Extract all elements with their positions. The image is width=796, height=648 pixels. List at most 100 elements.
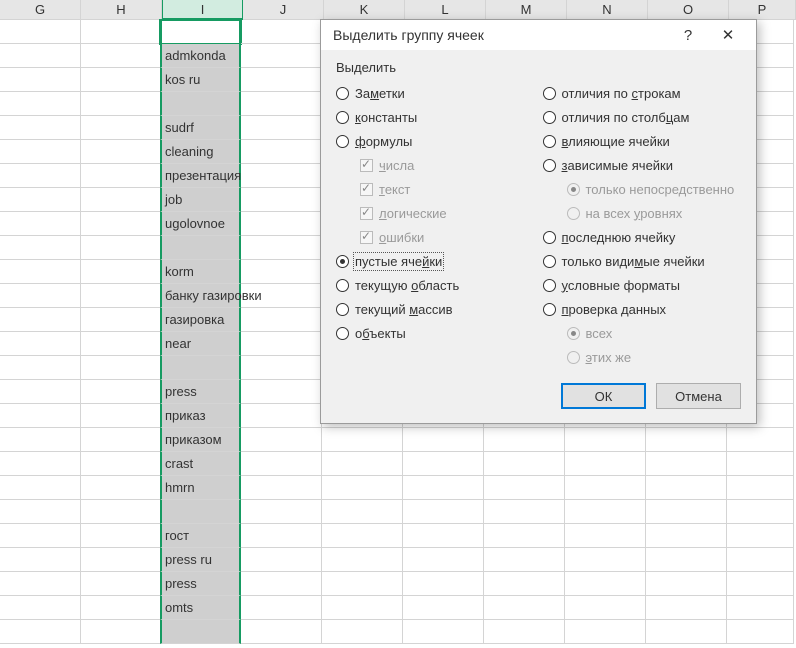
cell[interactable] bbox=[81, 164, 162, 188]
column-header-H[interactable]: H bbox=[81, 0, 162, 20]
radio-объекты[interactable]: объекты bbox=[336, 321, 535, 345]
cell[interactable] bbox=[565, 500, 646, 524]
radio-проверка-данных[interactable]: проверка данных bbox=[543, 297, 742, 321]
cell[interactable] bbox=[0, 284, 81, 308]
radio-условные-форматы[interactable]: условные форматы bbox=[543, 273, 742, 297]
cell[interactable] bbox=[322, 500, 403, 524]
cell[interactable] bbox=[0, 260, 81, 284]
column-header-I[interactable]: I bbox=[162, 0, 243, 20]
cell[interactable] bbox=[565, 524, 646, 548]
cell[interactable]: ugolovnoe bbox=[160, 212, 241, 236]
cell[interactable] bbox=[403, 596, 484, 620]
cell[interactable] bbox=[484, 428, 565, 452]
cell[interactable] bbox=[81, 380, 162, 404]
column-header-O[interactable]: O bbox=[648, 0, 729, 20]
cell[interactable] bbox=[0, 596, 81, 620]
cell[interactable] bbox=[727, 428, 794, 452]
cell[interactable] bbox=[81, 404, 162, 428]
cell[interactable] bbox=[403, 452, 484, 476]
cell[interactable] bbox=[727, 524, 794, 548]
cell[interactable] bbox=[0, 524, 81, 548]
cell[interactable] bbox=[0, 212, 81, 236]
cell[interactable]: приказ bbox=[160, 404, 241, 428]
column-header-P[interactable]: P bbox=[729, 0, 796, 20]
cell[interactable] bbox=[484, 572, 565, 596]
cell[interactable] bbox=[484, 620, 565, 644]
cell[interactable] bbox=[0, 332, 81, 356]
cell[interactable] bbox=[241, 236, 322, 260]
cell[interactable] bbox=[241, 572, 322, 596]
radio-отличия-по-строкам[interactable]: отличия по строкам bbox=[543, 81, 742, 105]
cell[interactable]: job bbox=[160, 188, 241, 212]
radio-зависимые-ячейки[interactable]: зависимые ячейки bbox=[543, 153, 742, 177]
cell[interactable] bbox=[484, 476, 565, 500]
cell[interactable] bbox=[646, 548, 727, 572]
cell[interactable] bbox=[241, 44, 322, 68]
cell[interactable] bbox=[727, 620, 794, 644]
cell[interactable] bbox=[322, 524, 403, 548]
cell[interactable]: omts bbox=[160, 596, 241, 620]
cell[interactable] bbox=[565, 548, 646, 572]
radio-формулы[interactable]: формулы bbox=[336, 129, 535, 153]
cell[interactable] bbox=[0, 140, 81, 164]
cell[interactable] bbox=[565, 428, 646, 452]
cell[interactable] bbox=[160, 236, 241, 260]
radio-текущую-область[interactable]: текущую область bbox=[336, 273, 535, 297]
cell[interactable] bbox=[0, 188, 81, 212]
cell[interactable] bbox=[241, 212, 322, 236]
column-header-L[interactable]: L bbox=[405, 0, 486, 20]
cell[interactable] bbox=[403, 620, 484, 644]
cell[interactable] bbox=[241, 404, 322, 428]
cell[interactable] bbox=[0, 404, 81, 428]
cell[interactable] bbox=[646, 596, 727, 620]
cell[interactable] bbox=[646, 620, 727, 644]
cell[interactable] bbox=[0, 116, 81, 140]
cell[interactable] bbox=[727, 596, 794, 620]
cell[interactable]: kos ru bbox=[160, 68, 241, 92]
cell[interactable] bbox=[0, 548, 81, 572]
cell[interactable] bbox=[0, 500, 81, 524]
cell[interactable] bbox=[322, 452, 403, 476]
cell[interactable] bbox=[81, 596, 162, 620]
cell[interactable] bbox=[322, 476, 403, 500]
cell[interactable] bbox=[727, 476, 794, 500]
column-header-J[interactable]: J bbox=[243, 0, 324, 20]
cell[interactable] bbox=[81, 308, 162, 332]
cell[interactable] bbox=[484, 452, 565, 476]
cell[interactable] bbox=[241, 68, 322, 92]
cell[interactable] bbox=[81, 140, 162, 164]
column-header-M[interactable]: M bbox=[486, 0, 567, 20]
cell[interactable]: press bbox=[160, 572, 241, 596]
cell[interactable] bbox=[81, 620, 162, 644]
close-button[interactable]: ✕ bbox=[708, 20, 748, 50]
cell[interactable] bbox=[241, 20, 322, 44]
cell[interactable] bbox=[0, 92, 81, 116]
cell[interactable] bbox=[0, 308, 81, 332]
cell[interactable] bbox=[646, 476, 727, 500]
cell[interactable] bbox=[241, 332, 322, 356]
cell[interactable] bbox=[81, 92, 162, 116]
radio-текущий-массив[interactable]: текущий массив bbox=[336, 297, 535, 321]
cell[interactable] bbox=[241, 596, 322, 620]
cell[interactable] bbox=[322, 596, 403, 620]
cell[interactable]: korm bbox=[160, 260, 241, 284]
cell[interactable] bbox=[484, 524, 565, 548]
cell[interactable] bbox=[727, 500, 794, 524]
cell[interactable] bbox=[81, 236, 162, 260]
cell[interactable] bbox=[160, 20, 241, 44]
cell[interactable]: press ru bbox=[160, 548, 241, 572]
cell[interactable]: admkonda bbox=[160, 44, 241, 68]
cell[interactable] bbox=[160, 92, 241, 116]
cell[interactable] bbox=[241, 260, 322, 284]
cell[interactable] bbox=[81, 284, 162, 308]
cell[interactable] bbox=[81, 116, 162, 140]
cell[interactable] bbox=[160, 356, 241, 380]
cell[interactable] bbox=[403, 524, 484, 548]
cell[interactable] bbox=[81, 356, 162, 380]
cell[interactable] bbox=[322, 548, 403, 572]
cell[interactable]: sudrf bbox=[160, 116, 241, 140]
cell[interactable] bbox=[160, 500, 241, 524]
cell[interactable] bbox=[81, 68, 162, 92]
cell[interactable] bbox=[727, 572, 794, 596]
cell[interactable] bbox=[0, 236, 81, 260]
